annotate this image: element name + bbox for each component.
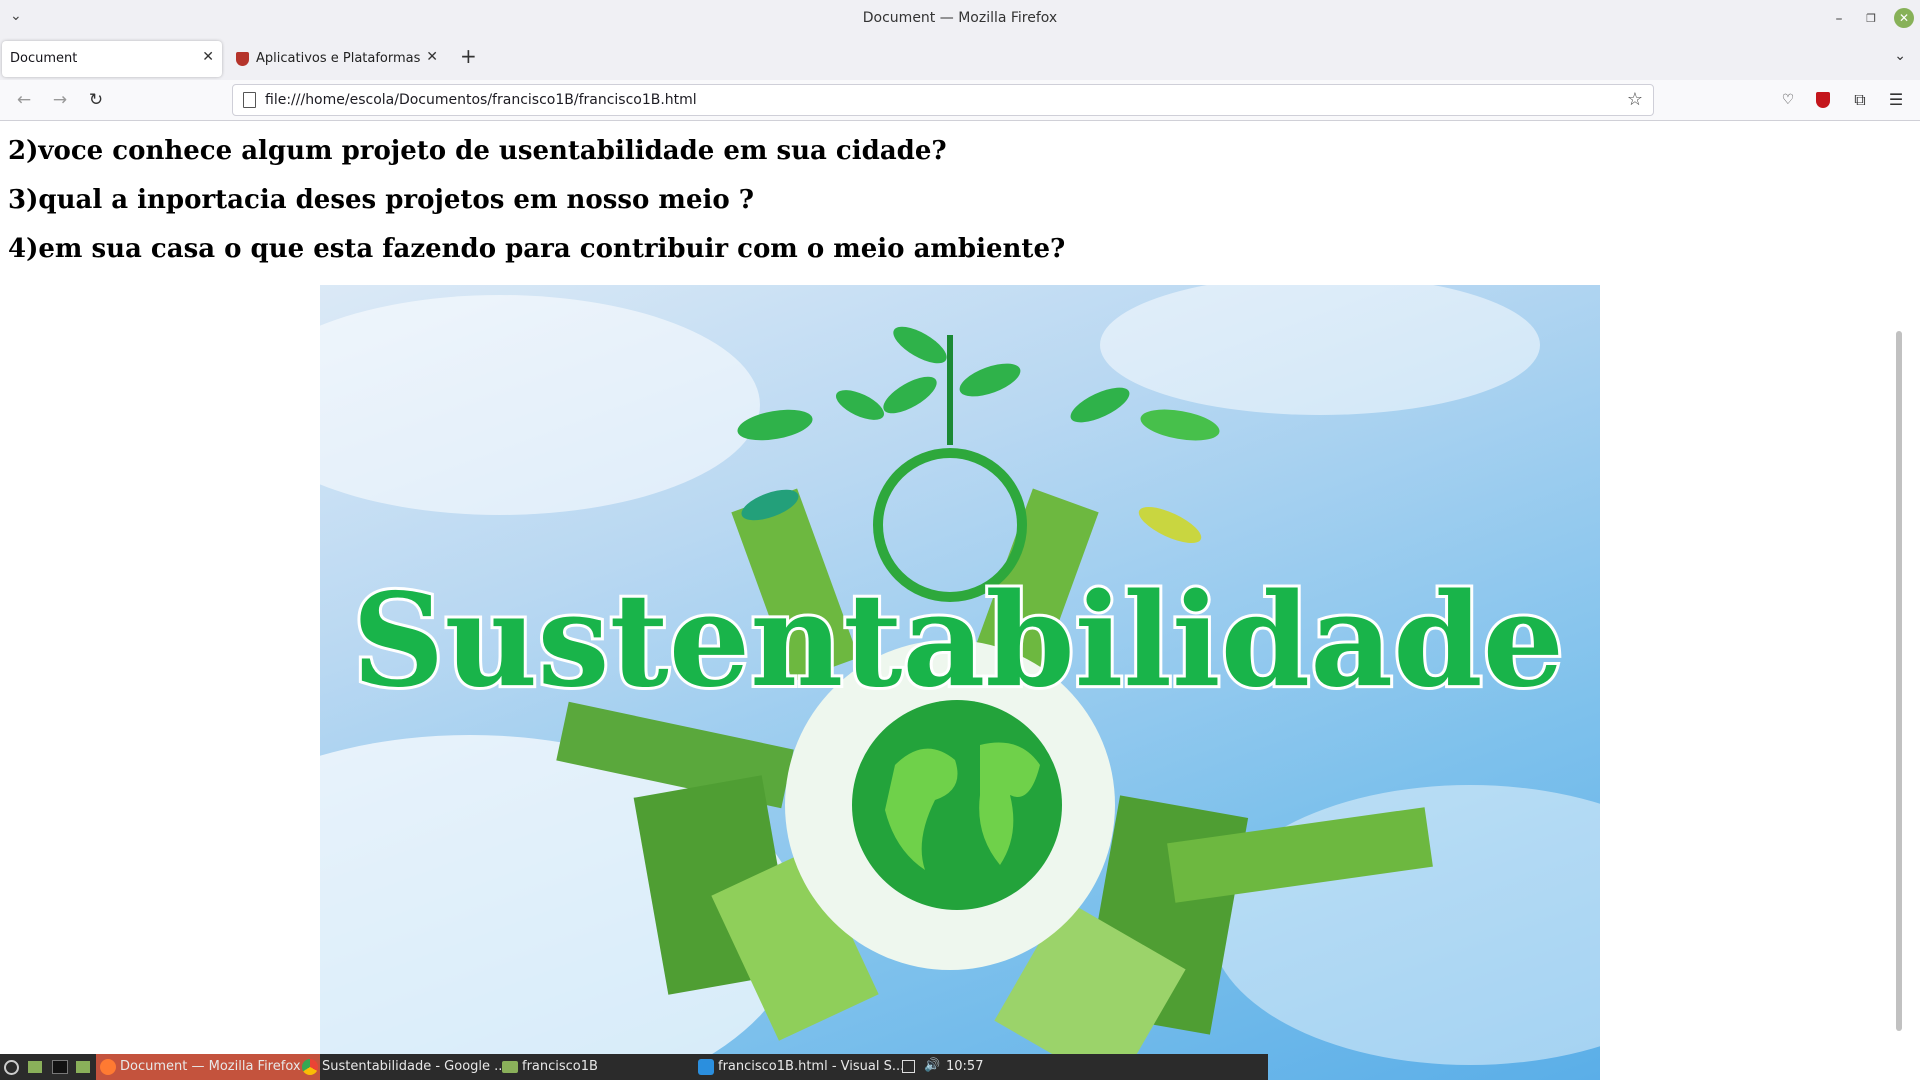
page-icon bbox=[243, 92, 256, 108]
page-scrollbar[interactable] bbox=[1896, 331, 1902, 1031]
minimize-button[interactable]: – bbox=[1828, 8, 1850, 30]
taskbar-item-label: Document — Mozilla Firefox bbox=[120, 1059, 301, 1074]
window-titlebar: ⌄ Document — Mozilla Firefox – ❐ ✕ bbox=[0, 0, 1920, 37]
taskbar-item-files[interactable]: francisco1B bbox=[498, 1054, 702, 1080]
question-4: 4)em sua casa o que esta fazendo para co… bbox=[8, 234, 1066, 264]
taskbar-item-firefox[interactable]: Document — Mozilla Firefox bbox=[96, 1054, 320, 1080]
sustentabilidade-heading: Sustentabilidade bbox=[352, 566, 1564, 716]
show-desktop-icon[interactable] bbox=[28, 1061, 42, 1073]
app-menu-hamburger-icon[interactable]: ☰ bbox=[1884, 88, 1908, 112]
new-tab-button[interactable]: + bbox=[460, 44, 477, 68]
extensions-puzzle-icon[interactable]: ⧉ bbox=[1848, 88, 1872, 112]
restore-button[interactable]: ❐ bbox=[1860, 8, 1882, 30]
taskbar-item-vscode[interactable]: francisco1B.html - Visual S... bbox=[694, 1054, 918, 1080]
pocket-icon[interactable]: ♡ bbox=[1776, 88, 1800, 112]
tab-label: Aplicativos e Plataformas E bbox=[256, 51, 422, 66]
tab-close-icon[interactable]: ✕ bbox=[202, 49, 214, 65]
window-title: Document — Mozilla Firefox bbox=[862, 10, 1058, 26]
folder-icon bbox=[502, 1061, 518, 1073]
tab-document[interactable]: Document ✕ bbox=[2, 41, 222, 77]
start-menu-icon[interactable] bbox=[4, 1060, 19, 1075]
sustainability-image: Sustentabilidade bbox=[320, 285, 1600, 1080]
page-content: 2)voce conhece algum projeto de usentabi… bbox=[0, 121, 1904, 1080]
ublock-shield-icon[interactable] bbox=[1816, 92, 1830, 108]
question-3: 3)qual a inportacia deses projetos em no… bbox=[8, 185, 754, 215]
tab-label: Document bbox=[10, 51, 78, 66]
window-list-icon[interactable] bbox=[902, 1060, 915, 1073]
site-favicon-icon bbox=[236, 52, 249, 66]
tab-strip: Document ✕ Aplicativos e Plataformas E ✕ bbox=[0, 37, 1920, 80]
navigation-toolbar: ← → ↻ file:///home/escola/Documentos/fra… bbox=[0, 80, 1920, 121]
taskbar-item-label: francisco1B bbox=[522, 1059, 598, 1074]
desktop-taskbar: Document — Mozilla Firefox Sustentabilid… bbox=[0, 1054, 1268, 1080]
taskbar-item-chrome[interactable]: Sustentabilidade - Google ... bbox=[298, 1054, 518, 1080]
back-button[interactable]: ← bbox=[12, 88, 36, 112]
url-text[interactable]: file:///home/escola/Documentos/francisco… bbox=[265, 92, 697, 108]
question-2: 2)voce conhece algum projeto de usentabi… bbox=[8, 136, 947, 166]
vscode-icon bbox=[698, 1059, 714, 1075]
taskbar-item-label: Sustentabilidade - Google ... bbox=[322, 1059, 507, 1074]
reload-button[interactable]: ↻ bbox=[84, 88, 108, 112]
volume-icon[interactable]: 🔊 bbox=[924, 1058, 940, 1074]
forward-button[interactable]: → bbox=[48, 88, 72, 112]
list-all-tabs-chevron-icon[interactable]: ⌄ bbox=[1894, 48, 1906, 64]
close-window-button[interactable]: ✕ bbox=[1894, 8, 1914, 28]
terminal-icon[interactable] bbox=[52, 1060, 68, 1074]
firefox-icon bbox=[100, 1059, 116, 1075]
tab-close-icon[interactable]: ✕ bbox=[426, 49, 438, 65]
sustainability-illustration: Sustentabilidade bbox=[320, 285, 1600, 1080]
taskbar-clock[interactable]: 10:57 bbox=[946, 1054, 983, 1080]
chrome-icon bbox=[302, 1059, 318, 1075]
url-bar[interactable]: file:///home/escola/Documentos/francisco… bbox=[232, 84, 1654, 116]
folder-icon[interactable] bbox=[76, 1061, 90, 1073]
taskbar-item-label: francisco1B.html - Visual S... bbox=[718, 1059, 905, 1074]
tab-aplicativos[interactable]: Aplicativos e Plataformas E ✕ bbox=[228, 41, 446, 77]
bookmark-star-icon[interactable]: ☆ bbox=[1627, 89, 1643, 110]
